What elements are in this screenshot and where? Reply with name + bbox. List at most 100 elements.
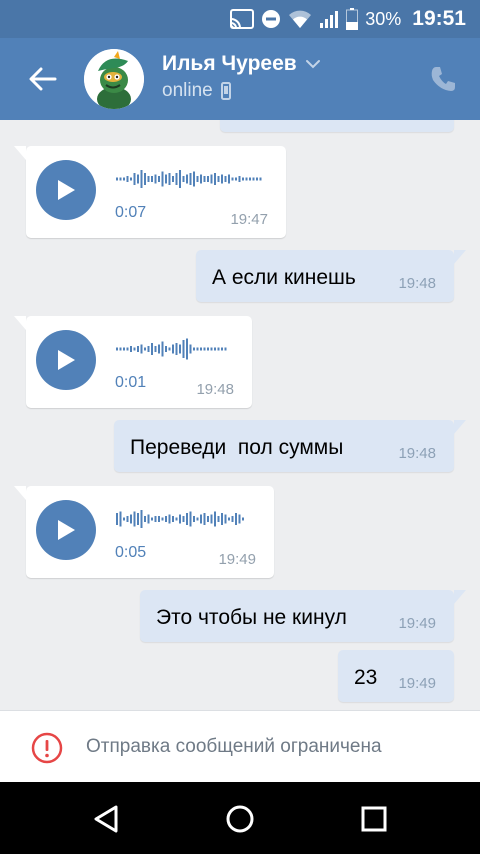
do-not-disturb-icon xyxy=(261,9,281,29)
waveform-bar xyxy=(245,177,248,181)
avatar-image xyxy=(84,49,144,109)
avatar[interactable] xyxy=(84,49,144,109)
waveform-bar xyxy=(165,516,167,522)
waveform-bar xyxy=(182,176,185,182)
waveform-bar xyxy=(123,347,125,351)
nav-home-button[interactable] xyxy=(220,800,260,838)
play-button[interactable] xyxy=(36,330,96,390)
waveform-bar xyxy=(158,344,160,354)
play-button[interactable] xyxy=(36,500,96,560)
waveform-bar xyxy=(137,513,139,525)
nav-back-button[interactable] xyxy=(86,800,126,838)
waveform-bar xyxy=(235,513,237,525)
waveform-bar xyxy=(182,340,185,358)
square-recents-icon xyxy=(361,806,387,832)
message-time: 19:48 xyxy=(398,275,436,292)
waveform-bar xyxy=(203,347,206,351)
voice-message[interactable]: 0:05 19:49 xyxy=(14,486,274,578)
waveform-bar xyxy=(168,514,171,524)
bubble-tail xyxy=(14,146,26,160)
waveform-bar xyxy=(214,173,216,185)
waveform-bar xyxy=(172,516,174,522)
bubble-tail xyxy=(14,316,26,330)
bubble-tail xyxy=(454,250,466,264)
message-time: 19:49 xyxy=(218,551,256,568)
message-bubble-partial[interactable] xyxy=(220,120,454,132)
voice-duration: 0:05 xyxy=(115,544,147,561)
waveform-bar xyxy=(189,344,192,354)
chat-header: Илья Чуреев online xyxy=(0,38,480,120)
waveform-bar xyxy=(235,177,237,181)
text-message[interactable]: Переведи пол суммы 19:48 xyxy=(114,420,466,472)
waveform-bar xyxy=(224,347,227,351)
waveform-bar xyxy=(242,177,244,181)
waveform-bar xyxy=(158,176,160,182)
waveform-bar xyxy=(140,510,143,528)
waveform-bar xyxy=(224,176,227,182)
waveform-bar xyxy=(168,173,171,185)
waveform-bar xyxy=(214,347,216,351)
waveform-bar xyxy=(130,514,132,524)
circle-home-icon xyxy=(226,805,254,833)
waveform-bar xyxy=(151,517,153,521)
wifi-icon xyxy=(288,9,312,29)
waveform-bar xyxy=(200,347,202,351)
status-bar: 30% 19:51 xyxy=(0,0,480,38)
waveform-bar xyxy=(126,516,129,522)
system-navigation-bar xyxy=(0,782,480,854)
voice-message[interactable]: 0:07 19:47 xyxy=(14,146,286,238)
clock: 19:51 xyxy=(412,7,466,30)
waveform-bar xyxy=(161,517,164,521)
waveform-bar xyxy=(175,517,178,521)
triangle-back-icon xyxy=(94,805,118,833)
waveform-bar xyxy=(231,177,234,181)
voice-message[interactable]: 0:01 19:48 xyxy=(14,316,252,408)
waveform-bar xyxy=(249,177,251,181)
waveform-bar xyxy=(200,514,202,524)
online-status: online xyxy=(162,80,231,102)
waveform-bar xyxy=(256,177,258,181)
voice-duration: 0:07 xyxy=(115,204,147,221)
play-button[interactable] xyxy=(36,160,96,220)
message-time: 19:47 xyxy=(230,211,268,228)
waveform-bar xyxy=(182,516,185,522)
message-time: 19:49 xyxy=(398,675,436,692)
waveform-bar xyxy=(147,346,150,352)
message-text: Это чтобы не кинул xyxy=(156,606,347,629)
waveform-bar xyxy=(207,347,209,351)
waveform-bar xyxy=(119,177,122,181)
text-message[interactable]: 23 19:49 xyxy=(338,650,454,702)
text-message[interactable]: Это чтобы не кинул 19:49 xyxy=(140,590,466,642)
waveform-bar xyxy=(207,176,209,182)
messaging-restricted-banner: Отправка сообщений ограничена xyxy=(0,710,480,782)
waveform-bar xyxy=(203,176,206,182)
back-arrow-icon xyxy=(29,67,57,91)
waveform xyxy=(116,170,262,188)
message-text: А если кинешь xyxy=(212,266,356,289)
waveform-bar xyxy=(172,176,174,182)
text-message[interactable]: А если кинешь 19:48 xyxy=(196,250,466,302)
waveform-bar xyxy=(137,174,139,184)
waveform-bar xyxy=(238,176,241,182)
waveform-bar xyxy=(186,513,188,525)
message-list[interactable]: 0:07 19:47 А если кинешь 19:48 0:01 19:4… xyxy=(0,120,480,710)
waveform-bar xyxy=(154,346,157,352)
waveform-bar xyxy=(161,341,164,357)
waveform-bar xyxy=(189,173,192,185)
waveform-bar xyxy=(130,346,132,352)
waveform-bar xyxy=(252,177,255,181)
play-icon xyxy=(58,520,75,540)
contact-name-button[interactable]: Илья Чуреев xyxy=(162,52,321,76)
waveform-bar xyxy=(144,347,146,351)
waveform-bar xyxy=(116,347,118,351)
call-button[interactable] xyxy=(428,64,458,94)
back-button[interactable] xyxy=(26,62,60,96)
waveform-bar xyxy=(123,517,125,521)
waveform-bar xyxy=(119,347,122,351)
battery-icon xyxy=(346,8,359,30)
waveform-bar xyxy=(207,516,209,522)
nav-recents-button[interactable] xyxy=(354,800,394,838)
contact-name: Илья Чуреев xyxy=(162,52,297,75)
chevron-down-icon xyxy=(305,60,320,69)
mobile-phone-icon xyxy=(220,82,231,100)
